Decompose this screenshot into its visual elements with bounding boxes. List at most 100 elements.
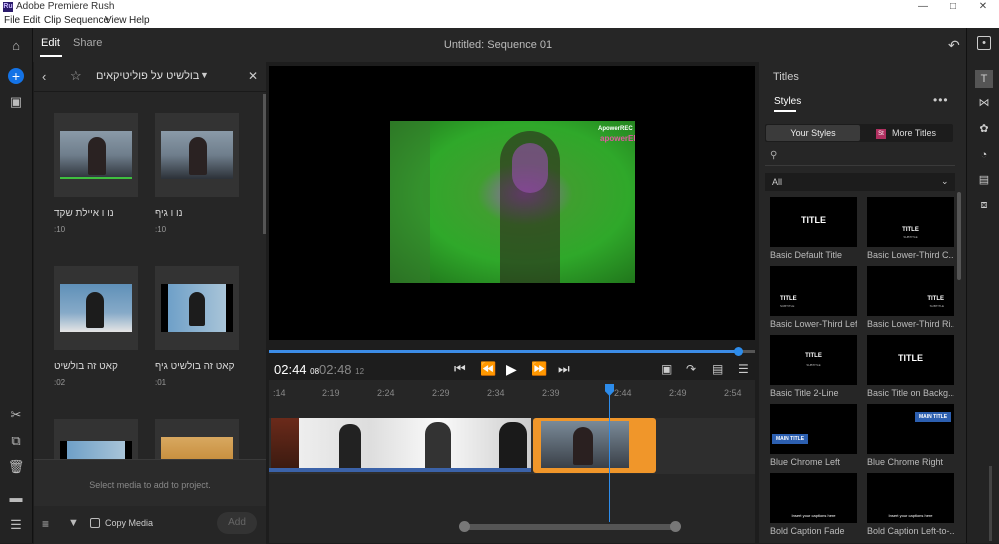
media-thumbnail[interactable] — [155, 266, 239, 350]
more-titles-button[interactable]: St More Titles — [862, 125, 952, 141]
undo-icon[interactable]: ↶ — [948, 37, 960, 54]
menu-help[interactable]: Help — [129, 15, 150, 26]
time-tick: 2:54 — [724, 388, 742, 398]
sequence-title[interactable]: Untitled: Sequence 01 — [333, 39, 663, 51]
scrub-bar[interactable] — [269, 347, 755, 356]
media-scrollbar[interactable] — [263, 94, 266, 234]
your-styles-button[interactable]: Your Styles — [766, 125, 860, 141]
thumbnail-image — [161, 131, 233, 179]
timeline-clip[interactable] — [299, 418, 531, 470]
title-preview-subtitle: SUBTITLE — [806, 363, 821, 367]
scrub-progress — [269, 350, 739, 353]
title-style-card[interactable]: TITLE — [770, 197, 857, 247]
transitions-icon[interactable]: ⋈ — [975, 94, 993, 112]
media-duration: :10 — [54, 225, 66, 234]
copy-media-checkbox[interactable] — [90, 518, 100, 528]
menu-edit[interactable]: Edit — [23, 15, 40, 26]
color-icon[interactable]: ✿ — [975, 120, 993, 138]
chat-icon[interactable]: • — [977, 36, 991, 50]
home-icon[interactable]: ⌂ — [6, 36, 26, 56]
title-style-card[interactable]: TITLE SUBTITLE — [770, 335, 857, 385]
selected-timeline-clip[interactable] — [533, 418, 656, 473]
tab-styles[interactable]: Styles — [774, 96, 801, 107]
title-style-card[interactable]: Insert your captions here — [867, 473, 954, 523]
duplicate-icon[interactable]: ⧉ — [6, 431, 26, 451]
video-track[interactable] — [269, 418, 755, 474]
title-style-card[interactable]: TITLE SUBTITLE — [867, 266, 954, 316]
filter-dropdown[interactable]: All ⌄ — [765, 173, 955, 191]
audio-icon[interactable]: ▤ — [975, 171, 993, 189]
media-thumbnail[interactable] — [54, 113, 138, 197]
title-style-card[interactable]: TITLE — [867, 335, 954, 385]
media-thumbnail[interactable] — [155, 419, 239, 459]
media-label: נו ו איילת שקד — [54, 208, 114, 219]
filter-icon[interactable]: ▼ — [68, 517, 79, 529]
scrub-handle[interactable] — [734, 347, 743, 356]
tracks-list-icon[interactable]: ☰ — [6, 515, 26, 535]
timeline-zoom-bar[interactable] — [459, 521, 681, 532]
title-style-card[interactable]: MAIN TITLE — [867, 404, 954, 454]
menu-sequence[interactable]: Sequence — [64, 15, 109, 26]
more-options-icon[interactable]: ••• — [933, 93, 949, 107]
export-frame-icon[interactable]: ↷ — [686, 362, 696, 376]
back-icon[interactable]: ‹ — [42, 69, 46, 84]
empty-hint: Select media to add to project. — [89, 480, 211, 490]
go-to-start-icon[interactable]: ⏮ — [454, 361, 466, 377]
title-style-label: Basic Lower-Third Ri... — [867, 319, 954, 329]
maximize-button[interactable]: □ — [938, 0, 968, 14]
search-input[interactable] — [765, 146, 955, 166]
title-preview-text: TITLE — [898, 353, 923, 363]
transform-icon[interactable]: ⧈ — [975, 196, 993, 214]
go-to-end-icon[interactable]: ⏭ — [558, 361, 570, 377]
timeline-clip[interactable] — [271, 418, 299, 470]
media-thumbnail[interactable] — [155, 113, 239, 197]
add-media-button[interactable]: + — [6, 66, 26, 86]
right-scrollbar[interactable] — [989, 466, 992, 541]
title-style-card[interactable]: TITLE SUBTITLE — [867, 197, 954, 247]
media-label: קאט זה בולשיט גיף — [155, 361, 235, 372]
title-preview-text: Insert your captions here — [888, 513, 933, 518]
split-icon[interactable]: ✂ — [6, 405, 26, 425]
menu-file[interactable]: File — [4, 15, 20, 26]
chevron-down-icon[interactable]: ▼ — [200, 70, 209, 80]
media-thumbnail[interactable] — [54, 419, 138, 459]
media-duration: :02 — [54, 378, 66, 387]
play-icon[interactable]: ▶ — [506, 361, 517, 378]
media-footer: Select media to add to project. ≡ ▼ Copy… — [34, 459, 266, 544]
title-preview-subtitle: SUBTITLE — [780, 304, 795, 308]
fit-frame-icon[interactable]: ▣ — [661, 362, 672, 376]
media-thumbnail[interactable] — [54, 266, 138, 350]
titles-icon[interactable]: T — [975, 70, 993, 88]
minimize-button[interactable]: — — [908, 0, 938, 14]
track-icon[interactable]: ▬ — [6, 488, 26, 508]
sort-icon[interactable]: ≡ — [42, 517, 49, 531]
add-button[interactable]: Add — [217, 512, 257, 534]
title-preview-text: TITLE — [927, 296, 944, 302]
close-panel-icon[interactable]: ✕ — [248, 69, 258, 83]
preview-monitor[interactable]: ApowerREC apowerED — [269, 66, 755, 340]
delete-icon[interactable]: 🗑 — [6, 457, 26, 477]
star-icon[interactable]: ☆ — [70, 68, 82, 84]
tab-share[interactable]: Share — [73, 37, 102, 49]
title-preview-subtitle: SUBTITLE — [929, 304, 944, 308]
right-rail: • T ⋈ ✿ ◔ ▤ ⧈ — [966, 28, 999, 543]
title-style-card[interactable]: TITLE SUBTITLE — [770, 266, 857, 316]
timeline-menu-icon[interactable]: ☰ — [738, 362, 749, 376]
title-style-card[interactable]: Insert your captions here — [770, 473, 857, 523]
aspect-icon[interactable]: ▤ — [712, 362, 723, 376]
speed-icon[interactable]: ◔ — [975, 146, 993, 164]
step-back-icon[interactable]: ⏪ — [480, 361, 496, 377]
title-preview-text: TITLE — [780, 296, 797, 302]
menu-view[interactable]: View — [105, 15, 127, 26]
folder-title[interactable]: בולשיט על פוליטיקאים — [96, 70, 199, 82]
media-panel-icon[interactable]: ▣ — [6, 92, 26, 112]
app-logo: Ru — [3, 2, 13, 12]
menu-clip[interactable]: Clip — [44, 15, 61, 26]
titles-scrollbar[interactable] — [957, 192, 961, 280]
close-window-button[interactable]: ✕ — [968, 0, 998, 14]
timeline[interactable]: :14 2:19 2:24 2:29 2:34 2:39 2:44 2:49 2… — [269, 380, 755, 543]
title-style-card[interactable]: MAIN TITLE — [770, 404, 857, 454]
tab-edit[interactable]: Edit — [41, 37, 60, 49]
step-forward-icon[interactable]: ⏩ — [531, 361, 547, 377]
media-header: ‹ ☆ בולשיט על פוליטיקאים ▼ ✕ — [34, 62, 266, 92]
